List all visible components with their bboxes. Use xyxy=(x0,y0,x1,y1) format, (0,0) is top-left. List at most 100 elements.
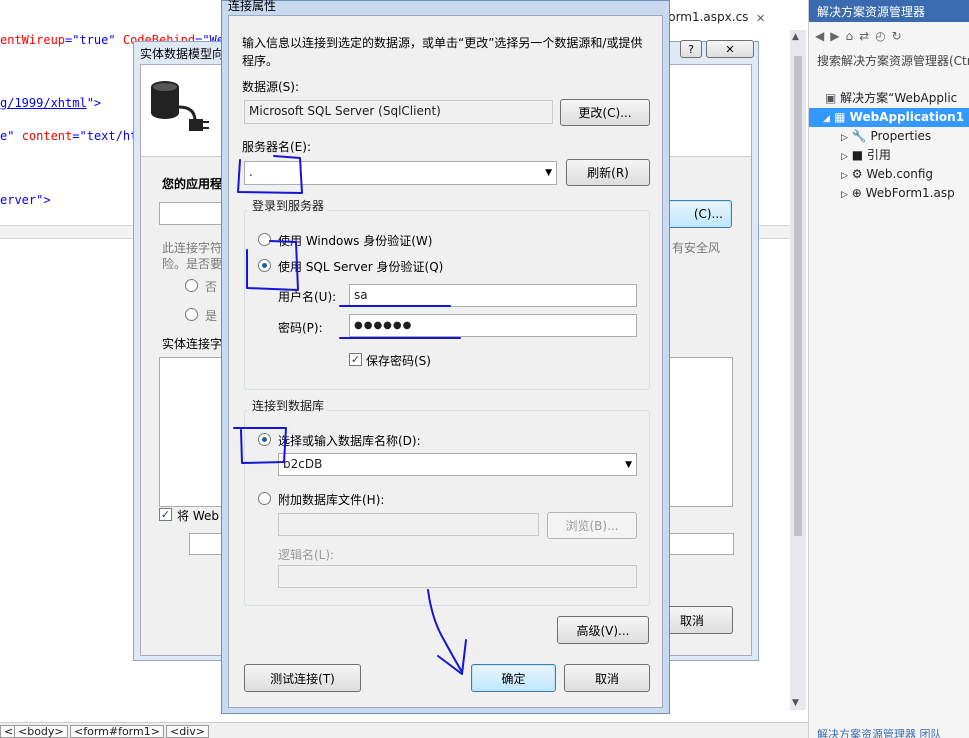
conn-string-label: 实体连接字 xyxy=(162,337,223,351)
editor-tab-label[interactable]: form1.aspx.cs xyxy=(664,10,748,24)
back-icon[interactable]: ◀ xyxy=(815,29,824,45)
radio-yes[interactable] xyxy=(185,308,198,321)
browse-button[interactable]: 浏览(B)... xyxy=(547,512,637,539)
sql-auth-radio[interactable] xyxy=(258,259,271,272)
dropdown-arrow-icon[interactable]: ▼ xyxy=(625,460,632,470)
project-node[interactable]: ◢ ▦ WebApplication1 xyxy=(809,108,969,127)
connection-properties-dialog: 连接属性 输入信息以连接到选定的数据源，或单击“更改”选择另一个数据源和/或提供… xyxy=(221,0,670,714)
login-group-title: 登录到服务器 xyxy=(249,197,328,214)
wizard-question: 您的应用程 xyxy=(162,177,223,191)
solution-explorer-title: 解决方案资源管理器 xyxy=(809,0,969,22)
windows-auth-label: 使用 Windows 身份验证(W) xyxy=(278,234,433,248)
webform-label: WebForm1.asp xyxy=(865,186,955,200)
scroll-up-icon[interactable]: ▲ xyxy=(792,32,799,42)
properties-node[interactable]: ▷ 🔧 Properties xyxy=(809,127,969,146)
webform-node[interactable]: ▷ ⊕ WebForm1.asp xyxy=(809,184,969,203)
sync-icon[interactable]: ⇄ xyxy=(859,29,869,45)
dialog-body: 输入信息以连接到选定的数据源，或单击“更改”选择另一个数据源和/或提供程序。 数… xyxy=(228,15,663,708)
logical-name-input xyxy=(278,565,637,588)
expand-icon[interactable]: ▷ xyxy=(841,190,848,200)
radio-no-label: 否 xyxy=(205,280,218,294)
wizard-close-button[interactable]: ✕ xyxy=(706,40,754,58)
radio-no[interactable] xyxy=(185,279,198,292)
solution-explorer-toolbar: ◀ ▶ ⌂ ⇄ ◴ ↻ xyxy=(809,22,969,52)
properties-label: Properties xyxy=(870,129,932,143)
windows-auth-radio[interactable] xyxy=(258,233,271,246)
datasource-label: 数据源(S): xyxy=(242,80,300,94)
close-icon[interactable]: ✕ xyxy=(756,12,765,25)
expand-icon[interactable]: ▷ xyxy=(841,133,848,143)
solution-explorer: 解决方案资源管理器 ◀ ▶ ⌂ ⇄ ◴ ↻ 搜索解决方案资源管理器(Ctrl ▣… xyxy=(808,0,969,738)
code-line: erver"> xyxy=(0,193,51,207)
ok-button[interactable]: 确定 xyxy=(471,664,556,692)
forward-icon[interactable]: ▶ xyxy=(830,29,839,45)
attach-file-input xyxy=(278,513,539,536)
select-db-label: 选择或输入数据库名称(D): xyxy=(278,434,421,448)
scrollbar-thumb[interactable] xyxy=(794,56,802,536)
username-input[interactable]: sa xyxy=(349,284,637,307)
radio-yes-label: 是 xyxy=(205,309,218,323)
breadcrumb-tag-div[interactable]: <div> xyxy=(166,725,209,738)
server-combobox[interactable]: . ▼ xyxy=(244,161,557,185)
breadcrumb-tag-body[interactable]: <body> xyxy=(14,725,68,738)
wizard-note-right: 有安全风 xyxy=(672,241,721,255)
home-icon[interactable]: ⌂ xyxy=(845,29,853,45)
tag-breadcrumb: < <body> <form#form1> <div> xyxy=(0,722,808,738)
attach-db-radio[interactable] xyxy=(258,492,271,505)
project-icon: ▦ xyxy=(834,110,846,124)
config-icon: ⚙ xyxy=(851,167,863,181)
save-password-checkbox[interactable]: ✓ xyxy=(349,353,362,366)
password-input[interactable]: ●●●●●● xyxy=(349,314,637,337)
logical-name-label: 逻辑名(L): xyxy=(278,548,335,562)
solution-search-input[interactable]: 搜索解决方案资源管理器(Ctrl xyxy=(809,52,969,72)
username-label: 用户名(U): xyxy=(278,290,337,304)
password-label: 密码(P): xyxy=(278,321,323,335)
wrench-icon: 🔧 xyxy=(851,129,867,143)
refresh-button[interactable]: 刷新(R) xyxy=(566,159,650,186)
scroll-down-icon[interactable]: ▼ xyxy=(792,698,799,708)
save-password-label: 保存密码(S) xyxy=(366,354,431,368)
test-connection-button[interactable]: 测试连接(T) xyxy=(244,664,361,692)
dialog-title: 连接属性 xyxy=(228,0,277,13)
advanced-button[interactable]: 高级(V)... xyxy=(557,616,649,644)
wizard-note-2: 险。是否要 xyxy=(162,257,223,271)
breadcrumb-tag-form[interactable]: <form#form1> xyxy=(70,725,164,738)
change-button[interactable]: 更改(C)... xyxy=(560,99,650,126)
database-plug-icon xyxy=(151,81,209,131)
solution-label: 解决方案“WebApplic xyxy=(840,91,958,105)
connection-dropdown[interactable] xyxy=(159,202,229,225)
expand-icon[interactable]: ▷ xyxy=(841,152,848,162)
wizard-note: 此连接字符 xyxy=(162,241,223,255)
database-combobox[interactable]: b2cDB ▼ xyxy=(278,453,637,476)
help-button[interactable]: ? xyxy=(680,40,702,58)
collapse-icon[interactable]: ◢ xyxy=(823,114,830,124)
project-label: WebApplication1 xyxy=(849,110,965,124)
save-webconfig-label: 将 Web xyxy=(177,509,219,523)
code-line: e" content="text/ht xyxy=(0,129,138,143)
webform-icon: ⊕ xyxy=(851,186,862,200)
database-group-title: 连接到数据库 xyxy=(249,397,328,414)
server-label: 服务器名(E): xyxy=(242,140,311,154)
references-label: 引用 xyxy=(866,148,891,162)
select-db-radio[interactable] xyxy=(258,433,271,446)
code-line: g/1999/xhtml"> xyxy=(0,96,102,110)
expand-icon[interactable]: ▷ xyxy=(841,171,848,181)
dialog-cancel-button[interactable]: 取消 xyxy=(564,664,650,692)
solution-icon: ▣ xyxy=(825,91,837,105)
attach-db-label: 附加数据库文件(H): xyxy=(278,493,385,507)
dropdown-arrow-icon[interactable]: ▼ xyxy=(545,168,552,178)
references-icon: ■ xyxy=(851,148,864,162)
refresh-icon[interactable]: ↻ xyxy=(892,29,902,45)
wizard-title: 实体数据模型向 xyxy=(140,47,225,61)
solution-node[interactable]: ▣ 解决方案“WebApplic xyxy=(809,89,969,108)
history-icon[interactable]: ◴ xyxy=(875,29,885,45)
webconfig-label: Web.config xyxy=(866,167,934,181)
webconfig-node[interactable]: ▷ ⚙ Web.config xyxy=(809,165,969,184)
references-node[interactable]: ▷ ■ 引用 xyxy=(809,146,969,165)
datasource-field: Microsoft SQL Server (SqlClient) xyxy=(244,100,553,124)
solution-explorer-bottom-tab[interactable]: 解决方案资源管理器 团队 xyxy=(809,726,969,738)
server-value: . xyxy=(249,165,253,179)
editor-scrollbar[interactable]: ▲ ▼ xyxy=(790,30,806,710)
save-webconfig-checkbox[interactable]: ✓ xyxy=(159,508,172,521)
database-value: b2cDB xyxy=(283,457,323,471)
